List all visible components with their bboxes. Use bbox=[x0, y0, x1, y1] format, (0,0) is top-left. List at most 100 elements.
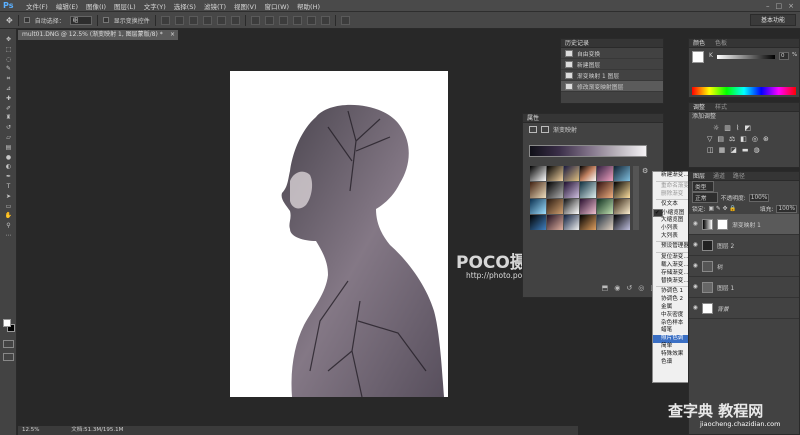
photo-filter-icon[interactable]: ◎ bbox=[752, 135, 758, 143]
posterize-icon[interactable]: ▦ bbox=[719, 146, 726, 154]
gradient-map-adjust-icon[interactable]: ▬ bbox=[742, 146, 749, 154]
color-spectrum[interactable] bbox=[692, 87, 796, 95]
menu-image[interactable]: 图像(I) bbox=[82, 1, 110, 11]
gradient-swatch[interactable] bbox=[580, 198, 597, 214]
gradient-swatch[interactable] bbox=[614, 214, 630, 230]
gear-icon[interactable]: ⚙ bbox=[642, 167, 648, 175]
brush-tool-icon[interactable]: ✐ bbox=[1, 104, 16, 114]
document-tab[interactable]: mult01.DNG @ 12.5% (渐变映射 1, 图层蒙版/8) * × bbox=[18, 30, 178, 40]
auto-select-dropdown[interactable]: 组 bbox=[69, 15, 92, 25]
black-white-icon[interactable]: ◧ bbox=[740, 135, 747, 143]
screen-mode-icon[interactable] bbox=[3, 353, 14, 361]
distribute-middle-button[interactable] bbox=[264, 15, 274, 25]
healing-brush-tool-icon[interactable]: ✚ bbox=[1, 94, 16, 104]
align-right-button[interactable] bbox=[230, 15, 240, 25]
align-left-button[interactable] bbox=[202, 15, 212, 25]
lock-icon[interactable]: ▣ ✎ ✥ 🔒 bbox=[709, 206, 737, 212]
gradient-swatch[interactable] bbox=[580, 166, 597, 182]
gradient-swatch[interactable] bbox=[614, 182, 630, 198]
mask-thumbnail[interactable] bbox=[717, 218, 729, 230]
tab-swatches[interactable]: 色板 bbox=[715, 40, 727, 47]
gradient-swatch[interactable] bbox=[563, 214, 580, 230]
auto-align-button[interactable] bbox=[340, 15, 350, 25]
tab-channels[interactable]: 通道 bbox=[713, 173, 725, 180]
dodge-tool-icon[interactable]: ◐ bbox=[1, 162, 16, 172]
gradient-presets-grid[interactable] bbox=[530, 166, 630, 230]
close-icon[interactable]: × bbox=[788, 2, 794, 10]
gradient-swatch[interactable] bbox=[614, 198, 630, 214]
lasso-tool-icon[interactable]: ◌ bbox=[1, 55, 16, 65]
menu-layer[interactable]: 图层(L) bbox=[110, 1, 140, 11]
distribute-top-button[interactable] bbox=[250, 15, 260, 25]
curves-icon[interactable]: ⌇ bbox=[736, 124, 739, 132]
tab-color[interactable]: 颜色 bbox=[693, 40, 705, 47]
minimize-icon[interactable]: – bbox=[766, 2, 770, 10]
eraser-tool-icon[interactable]: ▱ bbox=[1, 133, 16, 143]
menu-window[interactable]: 窗口(W) bbox=[261, 1, 294, 11]
presets-scrollbar[interactable] bbox=[633, 166, 639, 230]
shape-tool-icon[interactable]: ▭ bbox=[1, 202, 16, 212]
gradient-swatch[interactable] bbox=[546, 198, 563, 214]
history-brush-tool-icon[interactable]: ↺ bbox=[1, 123, 16, 133]
tab-styles[interactable]: 样式 bbox=[715, 104, 727, 111]
path-select-tool-icon[interactable]: ➤ bbox=[1, 192, 16, 202]
gradient-swatch[interactable] bbox=[563, 166, 580, 182]
zoom-tool-icon[interactable]: ⚲ bbox=[1, 221, 16, 231]
layer-row[interactable]: ◉ 图层 1 bbox=[689, 277, 799, 298]
brightness-icon[interactable]: ☼ bbox=[713, 124, 719, 132]
history-item[interactable]: 新建图层 bbox=[561, 59, 663, 70]
foreground-color-chip[interactable] bbox=[692, 51, 704, 63]
gradient-swatch[interactable] bbox=[530, 198, 546, 214]
eye-icon[interactable]: ◉ bbox=[693, 242, 698, 248]
align-bottom-button[interactable] bbox=[188, 15, 198, 25]
more-tools-icon[interactable]: ⋯ bbox=[1, 231, 16, 241]
gradient-swatch[interactable] bbox=[563, 198, 580, 214]
vibrance-icon[interactable]: ▽ bbox=[707, 135, 712, 143]
levels-icon[interactable]: ▥ bbox=[724, 124, 731, 132]
layer-row[interactable]: ◉ 树 bbox=[689, 256, 799, 277]
eye-icon[interactable]: ◉ bbox=[693, 263, 698, 269]
layer-row-gradient-map[interactable]: ◉ 渐变映射 1 bbox=[689, 214, 799, 235]
move-tool-icon[interactable]: ✥ bbox=[6, 16, 13, 25]
distribute-right-button[interactable] bbox=[320, 15, 330, 25]
gradient-swatch[interactable] bbox=[546, 166, 563, 182]
mask-icon[interactable] bbox=[541, 125, 549, 133]
fill-input[interactable]: 100% bbox=[776, 204, 797, 213]
properties-panel-title[interactable]: 属性 bbox=[523, 114, 663, 123]
gradient-swatch[interactable] bbox=[530, 182, 546, 198]
maximize-icon[interactable]: □ bbox=[776, 2, 783, 10]
align-center-button[interactable] bbox=[216, 15, 226, 25]
document-canvas[interactable] bbox=[230, 71, 448, 397]
eye-icon[interactable]: ◉ bbox=[693, 221, 698, 227]
tab-adjustments[interactable]: 调整 bbox=[693, 104, 705, 111]
align-middle-button[interactable] bbox=[174, 15, 184, 25]
threshold-icon[interactable]: ◪ bbox=[730, 146, 737, 154]
menu-help[interactable]: 帮助(H) bbox=[293, 1, 324, 11]
zoom-level[interactable]: 12.5% bbox=[22, 427, 39, 433]
filter-kind-select[interactable]: 类型 bbox=[692, 181, 714, 192]
gradient-swatch[interactable] bbox=[597, 198, 614, 214]
auto-select-checkbox[interactable] bbox=[23, 17, 30, 23]
menu-filter[interactable]: 滤镜(T) bbox=[200, 1, 230, 11]
k-slider[interactable] bbox=[717, 55, 775, 59]
gradient-swatch[interactable] bbox=[546, 182, 563, 198]
gradient-swatch[interactable] bbox=[530, 214, 546, 230]
gradient-tool-icon[interactable]: ▤ bbox=[1, 143, 16, 153]
layer-row[interactable]: ◉ 图层 2 bbox=[689, 235, 799, 256]
visibility-icon[interactable]: ◎ bbox=[638, 284, 644, 294]
crop-tool-icon[interactable]: ⌗ bbox=[1, 74, 16, 84]
clip-to-layer-icon[interactable]: ⬒ bbox=[602, 284, 609, 294]
menu-edit[interactable]: 编辑(E) bbox=[52, 1, 82, 11]
hand-tool-icon[interactable]: ✋ bbox=[1, 211, 16, 221]
gradient-swatch[interactable] bbox=[580, 214, 597, 230]
selective-color-icon[interactable]: ◍ bbox=[754, 146, 760, 154]
gradient-swatch[interactable] bbox=[597, 166, 614, 182]
hue-saturation-icon[interactable]: ▤ bbox=[717, 135, 724, 143]
k-value-input[interactable]: 0 bbox=[779, 52, 789, 60]
opacity-input[interactable]: 100% bbox=[748, 193, 770, 202]
type-tool-icon[interactable]: T bbox=[1, 182, 16, 192]
gradient-swatch[interactable] bbox=[530, 166, 546, 182]
layer-row-background[interactable]: ◉ 背景 bbox=[689, 298, 799, 319]
eyedropper-tool-icon[interactable]: ⊿ bbox=[1, 84, 16, 94]
distribute-center-button[interactable] bbox=[306, 15, 316, 25]
